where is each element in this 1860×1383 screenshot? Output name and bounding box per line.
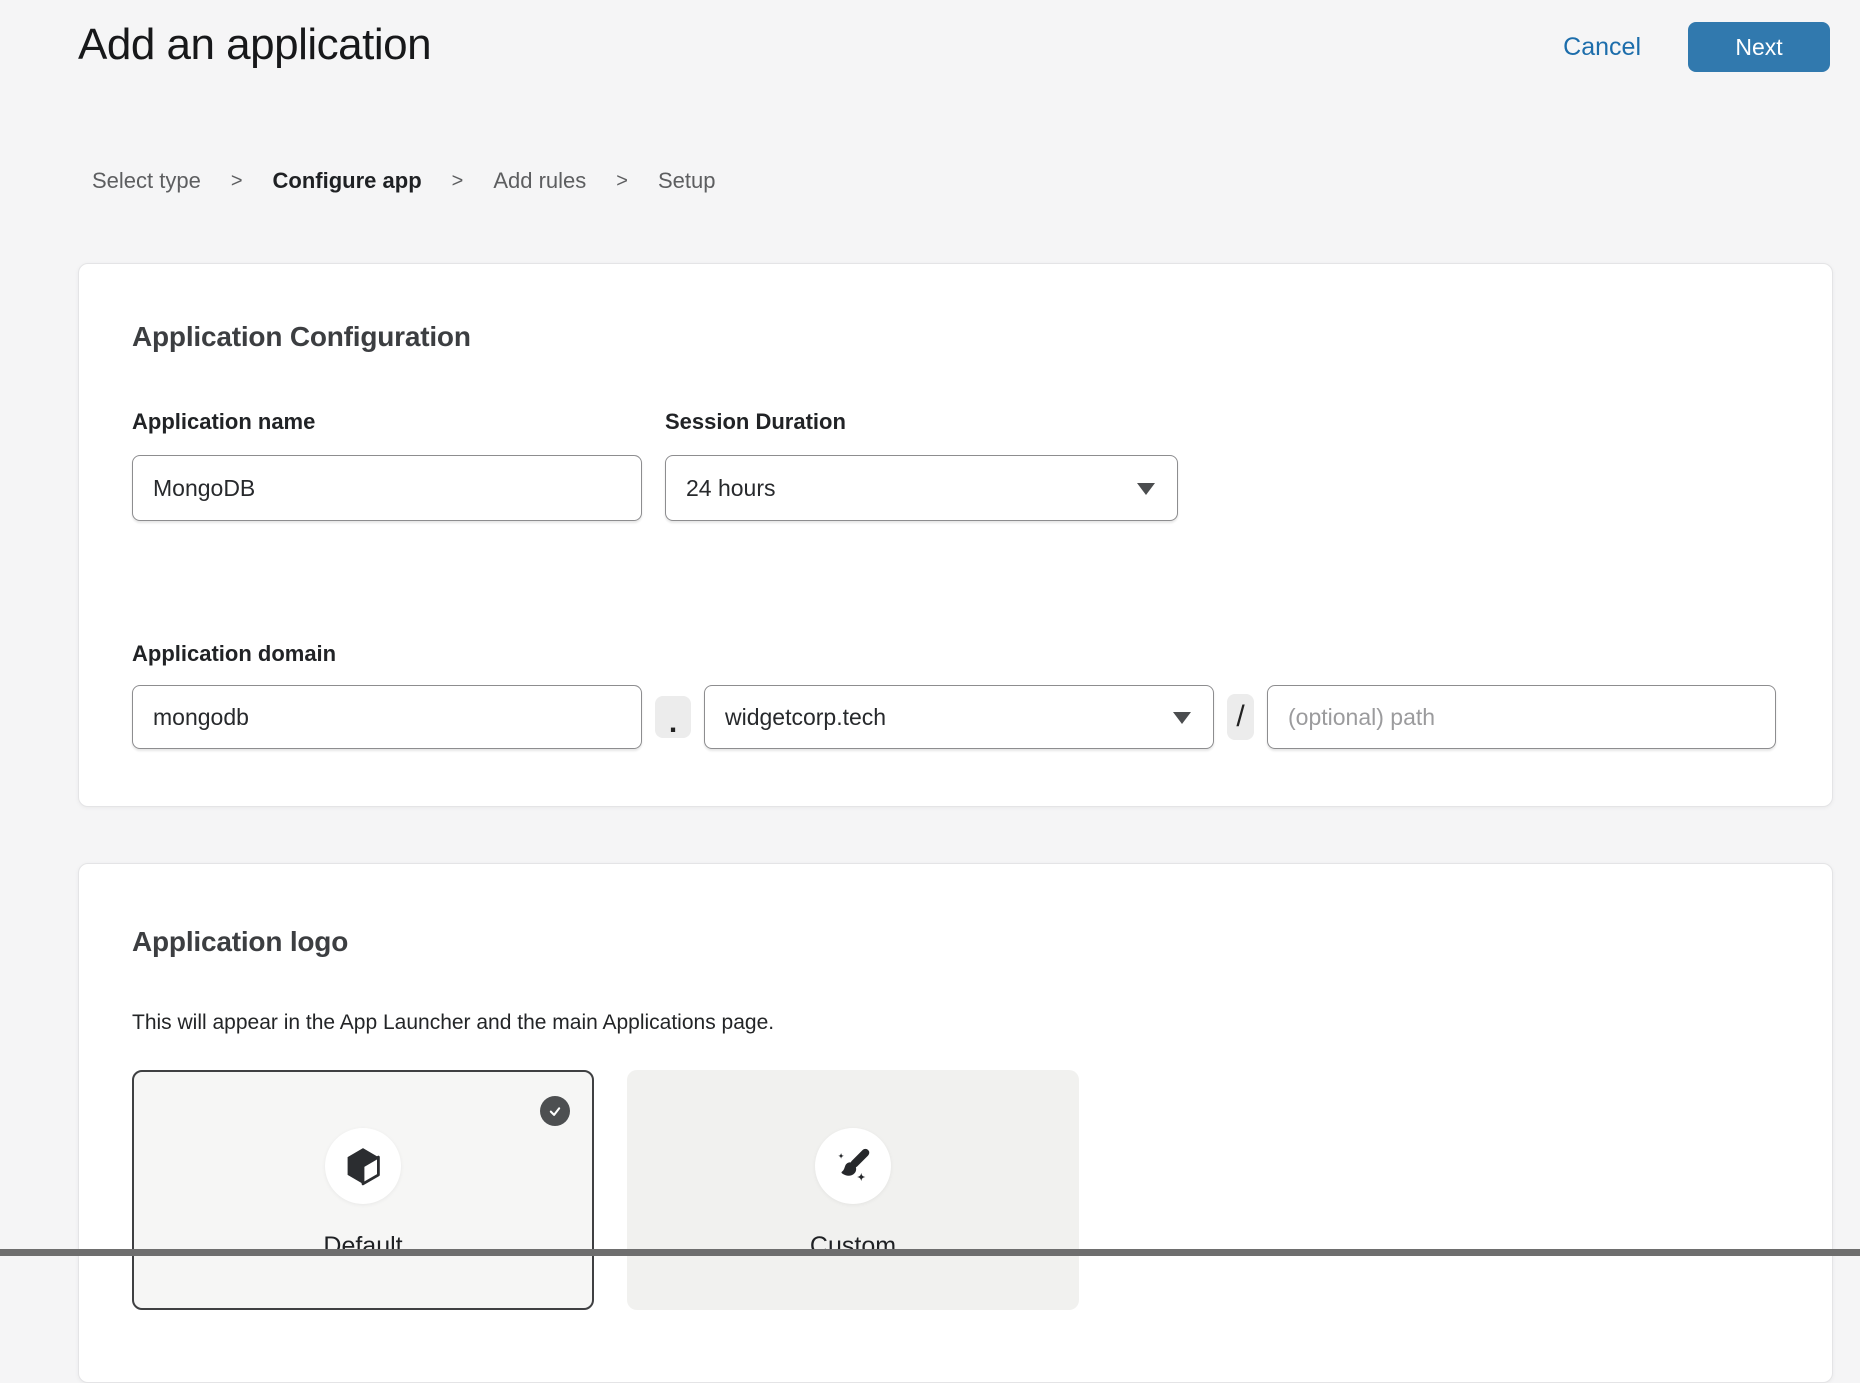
path-input[interactable] (1267, 685, 1776, 749)
domain-select[interactable]: widgetcorp.tech (704, 685, 1214, 749)
step-select-type[interactable]: Select type (92, 168, 201, 194)
application-name-field-group: Application name (132, 409, 642, 521)
logo-circle (325, 1128, 401, 1204)
logo-option-default[interactable]: Default (132, 1070, 594, 1310)
application-domain-row: . widgetcorp.tech / (132, 685, 1776, 749)
breadcrumb-separator: > (452, 170, 464, 193)
chevron-down-icon (1137, 483, 1155, 495)
logo-circle (815, 1128, 891, 1204)
application-configuration-card: Application Configuration Application na… (78, 263, 1833, 807)
breadcrumb-separator: > (616, 170, 628, 193)
configuration-heading: Application Configuration (132, 321, 1776, 353)
logo-option-label: Default (323, 1232, 402, 1261)
check-icon (546, 1102, 564, 1120)
page-title: Add an application (78, 20, 431, 70)
step-setup[interactable]: Setup (658, 168, 716, 194)
session-duration-value: 24 hours (686, 475, 776, 502)
step-add-rules[interactable]: Add rules (493, 168, 586, 194)
logo-option-label: Custom (810, 1232, 896, 1261)
header-actions: Cancel Next (1563, 22, 1830, 72)
chevron-down-icon (1173, 712, 1191, 724)
application-name-label: Application name (132, 409, 642, 435)
logo-heading: Application logo (132, 926, 1776, 958)
subdomain-input[interactable] (132, 685, 642, 749)
logo-description: This will appear in the App Launcher and… (132, 1011, 1776, 1035)
step-configure-app[interactable]: Configure app (273, 168, 422, 194)
cancel-button[interactable]: Cancel (1563, 33, 1641, 62)
logo-options-row: Default Custom (132, 1070, 1776, 1310)
application-name-input[interactable] (132, 455, 642, 521)
selected-badge (540, 1096, 570, 1126)
application-logo-card: Application logo This will appear in the… (78, 863, 1833, 1383)
horizontal-scrollbar[interactable] (0, 1249, 1860, 1256)
slash-separator: / (1227, 694, 1254, 740)
domain-select-value: widgetcorp.tech (725, 704, 886, 731)
logo-option-custom[interactable]: Custom (627, 1070, 1079, 1310)
cube-icon (342, 1145, 384, 1187)
session-duration-label: Session Duration (665, 409, 1178, 435)
dot-separator: . (655, 696, 691, 738)
paintbrush-sparkles-icon (831, 1144, 875, 1188)
session-duration-field-group: Session Duration 24 hours (665, 409, 1178, 521)
breadcrumb: Select type > Configure app > Add rules … (92, 168, 715, 194)
application-domain-label: Application domain (132, 641, 1776, 667)
breadcrumb-separator: > (231, 170, 243, 193)
next-button[interactable]: Next (1688, 22, 1830, 72)
session-duration-select[interactable]: 24 hours (665, 455, 1178, 521)
